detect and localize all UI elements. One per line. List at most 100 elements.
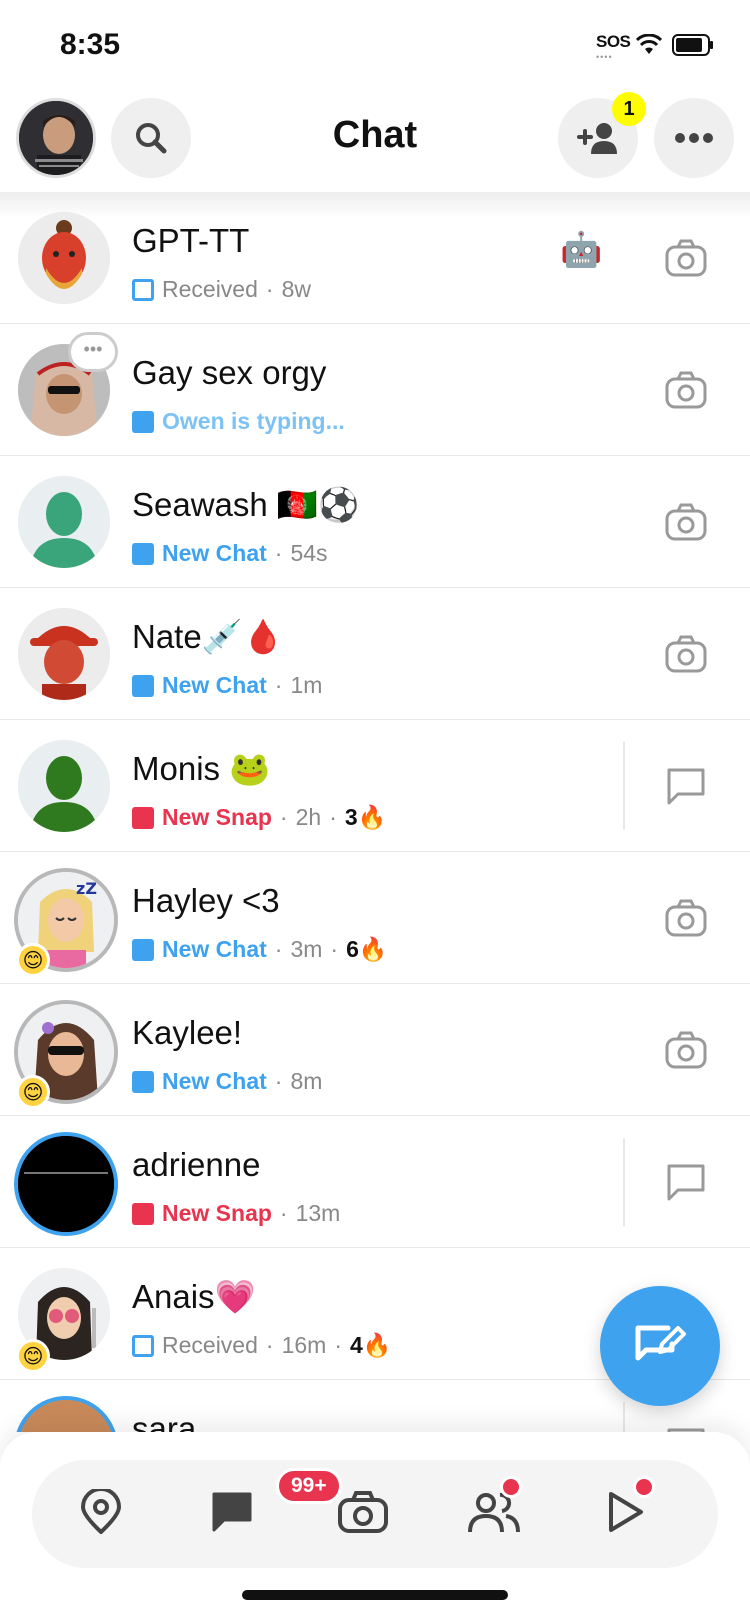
bitmoji-avatar bbox=[18, 212, 110, 304]
chat-list[interactable]: GPT-TT Received · 8w 🤖 ••• Gay sex orgy bbox=[0, 192, 750, 1432]
status-bar: 8:35 SOS •••• bbox=[0, 0, 750, 90]
chat-status: Received · 8w bbox=[132, 276, 311, 303]
status-time: 3m bbox=[290, 936, 323, 962]
chat-row[interactable]: adrienne New Snap · 13m bbox=[0, 1116, 750, 1248]
more-icon bbox=[675, 133, 713, 143]
separator-dot: · bbox=[265, 1332, 274, 1358]
bitmoji-avatar bbox=[18, 608, 110, 700]
bitmoji-image bbox=[18, 608, 110, 700]
story-avatar bbox=[14, 1132, 118, 1236]
chat-icon bbox=[132, 674, 154, 697]
home-indicator[interactable] bbox=[242, 1590, 508, 1600]
status-label: Owen is typing... bbox=[162, 408, 345, 434]
camera-icon[interactable] bbox=[664, 898, 708, 938]
divider bbox=[623, 1402, 625, 1432]
story-thumbnail bbox=[18, 1400, 114, 1432]
chat-row[interactable]: zZ 😊 Hayley <3 New Chat · 3m · 6🔥 bbox=[0, 852, 750, 984]
wifi-icon bbox=[636, 34, 662, 54]
chat-icon bbox=[132, 410, 154, 433]
chat-icon bbox=[132, 938, 154, 961]
camera-icon[interactable] bbox=[664, 238, 708, 278]
chat-status: New Chat · 3m · 6🔥 bbox=[132, 936, 388, 963]
friend-request-badge: 1 bbox=[612, 92, 646, 126]
separator-dot: · bbox=[274, 936, 283, 962]
status-label: Received bbox=[162, 276, 258, 302]
camera-icon[interactable] bbox=[664, 370, 708, 410]
tab-friends[interactable] bbox=[464, 1476, 524, 1542]
silhouette-icon bbox=[18, 740, 110, 832]
camera-icon[interactable] bbox=[664, 1030, 708, 1070]
chat-icon[interactable] bbox=[664, 1162, 708, 1202]
new-chat-button[interactable] bbox=[600, 1286, 720, 1406]
chat-row[interactable]: 😊 Kaylee! New Chat · 8m bbox=[0, 984, 750, 1116]
tab-stories[interactable] bbox=[595, 1476, 655, 1542]
camera-icon bbox=[338, 1491, 388, 1533]
compose-icon bbox=[635, 1325, 686, 1361]
chat-status: New Chat · 8m bbox=[132, 1068, 322, 1095]
chat-status: New Chat · 1m bbox=[132, 672, 322, 699]
status-label: New Chat bbox=[162, 672, 267, 698]
chat-name: Kaylee! bbox=[132, 1014, 243, 1051]
snap-icon bbox=[132, 1202, 154, 1225]
more-button[interactable] bbox=[654, 98, 734, 178]
status-time: 8w bbox=[281, 276, 311, 302]
signal-dots-icon: •••• bbox=[596, 52, 613, 62]
status-time: 8m bbox=[290, 1068, 323, 1094]
tab-chat[interactable] bbox=[202, 1482, 262, 1542]
status-label: New Chat bbox=[162, 540, 267, 566]
map-pin-icon bbox=[81, 1489, 121, 1534]
chat-name: Monis 🐸 bbox=[132, 750, 271, 787]
status-label: New Snap bbox=[162, 804, 272, 830]
status-label: New Chat bbox=[162, 936, 267, 962]
status-time: 16m bbox=[281, 1332, 327, 1358]
smile-emoji-icon: 😊 bbox=[16, 1339, 50, 1373]
status-time: 2h bbox=[295, 804, 322, 830]
typing-icon: ••• bbox=[68, 332, 118, 372]
chat-icon bbox=[212, 1492, 252, 1532]
status-label: New Snap bbox=[162, 1200, 272, 1226]
chat-name: Nate💉🩸 bbox=[132, 618, 284, 655]
chat-row[interactable]: ••• Gay sex orgy Owen is typing... bbox=[0, 324, 750, 456]
camera-icon[interactable] bbox=[664, 502, 708, 542]
status-time: 8:35 bbox=[60, 28, 121, 61]
tab-camera[interactable] bbox=[333, 1482, 393, 1542]
camera-icon[interactable] bbox=[664, 634, 708, 674]
streak-count: 6🔥 bbox=[346, 936, 388, 962]
robot-icon: 🤖 bbox=[560, 231, 603, 269]
separator-dot: · bbox=[265, 276, 274, 302]
separator-dot: · bbox=[330, 936, 339, 962]
default-avatar bbox=[18, 476, 110, 568]
received-chat-icon bbox=[132, 278, 154, 301]
chat-name: Seawash 🇦🇫⚽ bbox=[132, 486, 360, 523]
battery-icon bbox=[672, 34, 713, 56]
chat-row[interactable]: Monis 🐸 New Snap · 2h · 3🔥 bbox=[0, 720, 750, 852]
chat-header: Chat 1 bbox=[0, 92, 750, 192]
status-label: New Chat bbox=[162, 1068, 267, 1094]
chat-status: New Snap · 2h · 3🔥 bbox=[132, 804, 386, 831]
chat-icon bbox=[132, 542, 154, 565]
friends-notification-dot bbox=[500, 1476, 522, 1498]
tab-bar: 99+ bbox=[32, 1460, 718, 1568]
snap-icon bbox=[132, 806, 154, 829]
status-time: 54s bbox=[290, 540, 328, 566]
silhouette-icon bbox=[18, 476, 110, 568]
streak-count: 4🔥 bbox=[349, 1332, 392, 1358]
chat-row[interactable]: Nate💉🩸 New Chat · 1m bbox=[0, 588, 750, 720]
chat-status: Owen is typing... bbox=[132, 408, 345, 435]
chat-icon[interactable] bbox=[664, 766, 708, 806]
chat-row[interactable]: Seawash 🇦🇫⚽ New Chat · 54s bbox=[0, 456, 750, 588]
separator-dot: · bbox=[334, 1332, 342, 1358]
chat-name: adrienne bbox=[132, 1146, 261, 1183]
divider bbox=[623, 1138, 625, 1226]
chat-row[interactable]: GPT-TT Received · 8w 🤖 bbox=[0, 192, 750, 324]
story-thumbnail bbox=[18, 1136, 114, 1232]
story-avatar bbox=[14, 1396, 118, 1432]
tab-map[interactable] bbox=[71, 1482, 131, 1542]
status-label: Received bbox=[162, 1332, 258, 1358]
default-avatar bbox=[18, 740, 110, 832]
chat-status: New Snap · 13m bbox=[132, 1200, 340, 1227]
smile-emoji-icon: 😊 bbox=[16, 943, 50, 977]
svg-text:zZ: zZ bbox=[76, 879, 97, 898]
streak-count: 3🔥 bbox=[344, 804, 387, 830]
chat-name: Gay sex orgy bbox=[132, 354, 327, 391]
